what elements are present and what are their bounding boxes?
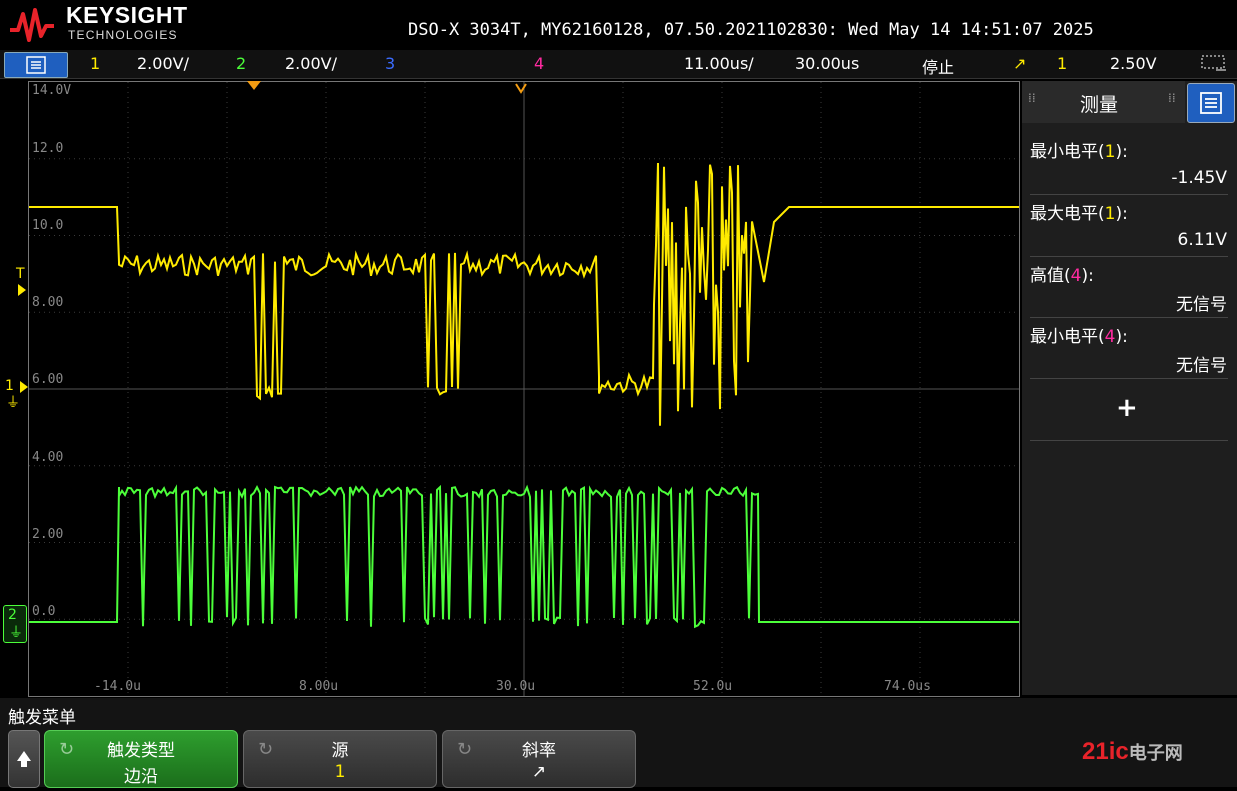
divider [1030, 194, 1228, 195]
main-menu-button[interactable] [4, 52, 68, 78]
divider [1030, 378, 1228, 379]
ch2-scale[interactable]: 2.00V/ [285, 54, 337, 73]
acquire-icon[interactable] [1200, 54, 1228, 74]
softkey-label: 斜率 [522, 741, 556, 761]
softkey-value: 边沿 [124, 767, 158, 787]
ch2-ground-badge[interactable]: 2 ⏚ [3, 605, 27, 643]
measurement-label[interactable]: 最小电平(4): [1030, 322, 1128, 347]
trigger-source[interactable]: 1 [1057, 54, 1067, 73]
menu-icon [26, 56, 46, 74]
drag-handle-icon-right[interactable]: ⁞⁞ [1168, 91, 1176, 105]
panel-menu-button[interactable] [1187, 83, 1235, 123]
trigger-position-marker-icon[interactable] [247, 81, 261, 90]
keysight-logo-icon [10, 8, 54, 42]
y-label-1: 12.0 [32, 141, 64, 156]
softkey-value: ↗ [531, 762, 547, 782]
ch4-number[interactable]: 4 [534, 54, 544, 73]
menu-icon [1200, 92, 1222, 114]
add-measurement-button[interactable]: + [1116, 393, 1138, 423]
device-info: DSO-X 3034T, MY62160128, 07.50.202110283… [408, 20, 1094, 40]
trigger-level-arrow-icon [18, 284, 26, 296]
y-label-0: 14.0V [32, 83, 72, 98]
x-label-2: 30.0u [496, 679, 536, 694]
brand-name: KEYSIGHT [66, 2, 188, 28]
time-scale[interactable]: 11.00us/ [684, 54, 754, 73]
logo-part2: 电子网 [1128, 743, 1183, 763]
panel-header[interactable]: ⁞⁞ 测量 ⁞⁞ [1022, 81, 1185, 123]
y-label-6: 2.00 [32, 527, 64, 542]
time-delay[interactable]: 30.00us [795, 54, 859, 73]
measurement-label[interactable]: 最小电平(1): [1030, 137, 1128, 162]
softkey-value: 1 [334, 762, 346, 782]
y-label-3: 8.00 [32, 295, 64, 310]
x-label-3: 52.0u [693, 679, 733, 694]
x-label-4: 74.0us [884, 679, 931, 694]
ch2-number[interactable]: 2 [236, 54, 246, 73]
menu-up-button[interactable] [8, 730, 40, 788]
softkey-trigger-type[interactable]: ↻ 触发类型 边沿 [44, 730, 238, 788]
y-label-7: 0.0 [32, 604, 56, 619]
divider [1030, 317, 1228, 318]
trigger-level-marker[interactable]: T [16, 266, 25, 282]
measurement-value: -1.45V [1171, 168, 1227, 188]
divider [1030, 256, 1228, 257]
measurement-label[interactable]: 高值(4): [1030, 261, 1094, 286]
softkey-label: 源 [331, 741, 349, 761]
measurement-label[interactable]: 最大电平(1): [1030, 199, 1128, 224]
waveform-canvas [29, 82, 1019, 696]
ch1-scale[interactable]: 2.00V/ [137, 54, 189, 73]
arrow-up-icon [17, 751, 31, 767]
drag-handle-icon[interactable]: ⁞⁞ [1028, 91, 1036, 105]
y-label-2: 10.0 [32, 218, 64, 233]
menu-title: 触发菜单 [8, 708, 76, 728]
waveform-display[interactable] [28, 81, 1020, 697]
x-label-0: -14.0u [94, 679, 141, 694]
trigger-slope-icon[interactable]: ↗ [1013, 54, 1026, 73]
ch1-number[interactable]: 1 [90, 54, 100, 73]
ch3-number[interactable]: 3 [385, 54, 395, 73]
measurement-value: 无信号 [1176, 356, 1227, 376]
measurement-value: 6.11V [1177, 230, 1227, 250]
ch1-ground-arrow-icon [20, 381, 28, 393]
divider [1030, 440, 1228, 441]
ch2-ground-marker: 2 [8, 607, 17, 623]
ch1-ground-icon: ⏚ [6, 395, 20, 411]
ch2-ground-icon: ⏚ [9, 625, 23, 641]
softkey-label: 触发类型 [107, 741, 175, 761]
softkey-slope[interactable]: ↻ 斜率 ↗ [442, 730, 636, 788]
panel-title: 测量 [1080, 94, 1119, 116]
trigger-level[interactable]: 2.50V [1110, 54, 1157, 73]
watermark-logo: 21ic电子网 [1082, 738, 1183, 766]
measurement-value: 无信号 [1176, 295, 1227, 315]
run-state[interactable]: 停止 [922, 54, 954, 78]
y-label-4: 6.00 [32, 372, 64, 387]
softkey-source[interactable]: ↻ 源 1 [243, 730, 437, 788]
x-label-1: 8.00u [299, 679, 339, 694]
logo-part1: 21ic [1082, 738, 1129, 765]
brand-subtitle: TECHNOLOGIES [68, 28, 178, 42]
delay-marker-icon[interactable] [515, 80, 527, 94]
y-label-5: 4.00 [32, 450, 64, 465]
